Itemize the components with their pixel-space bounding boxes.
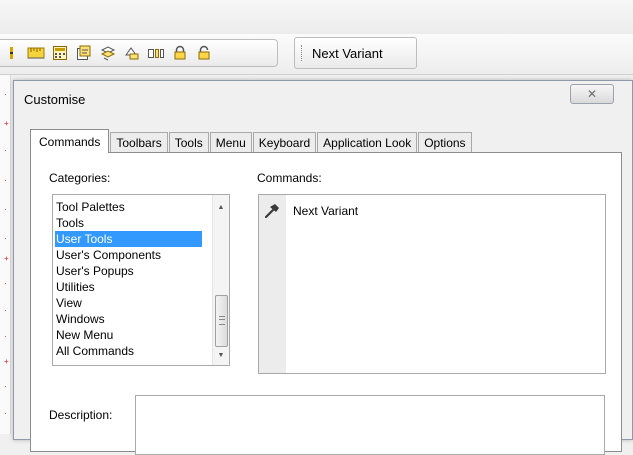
tab-options[interactable]: Options <box>418 132 472 153</box>
list-item[interactable]: New Menu <box>55 327 202 343</box>
compare-icon[interactable] <box>122 44 141 63</box>
list-item[interactable]: User's Popups <box>55 263 202 279</box>
marker-icon: · <box>4 90 7 99</box>
list-item[interactable]: Utilities <box>55 279 202 295</box>
scroll-up-arrow-icon[interactable]: ▲ <box>213 199 229 215</box>
columns-icon[interactable] <box>146 44 165 63</box>
scroll-thumb[interactable] <box>215 295 228 347</box>
categories-scrollbar[interactable]: ▲ ▼ <box>212 195 229 365</box>
marker-icon: · <box>4 205 7 214</box>
canvas-edge: · + · · · · + · · · + · · <box>0 75 11 434</box>
description-label: Description: <box>49 408 113 422</box>
property-icon[interactable] <box>74 44 93 63</box>
list-item[interactable]: View <box>55 295 202 311</box>
list-item[interactable]: All Commands <box>55 343 202 359</box>
tab-toolbars[interactable]: Toolbars <box>110 132 168 153</box>
marker-icon: · <box>4 332 7 341</box>
marker-icon: · <box>4 382 7 391</box>
commands-tab-panel: Categories: Commands: Tool Palettes Tool… <box>30 152 622 455</box>
lock-closed-icon[interactable] <box>170 44 189 63</box>
list-item[interactable]: User's Components <box>55 247 202 263</box>
list-item[interactable]: Tool Palettes <box>55 199 202 215</box>
divider-grip-icon[interactable] <box>2 44 21 63</box>
next-variant-button[interactable]: Next Variant <box>312 46 383 61</box>
layers-icon[interactable] <box>98 44 117 63</box>
tab-bar: Commands Toolbars Tools Menu Keyboard Ap… <box>30 128 473 153</box>
marker-icon: · <box>4 146 7 155</box>
ruler-icon[interactable] <box>26 44 45 63</box>
marker-icon: · <box>4 306 7 315</box>
close-icon: ✕ <box>586 87 598 101</box>
window-header-area <box>0 0 633 35</box>
commands-label: Commands: <box>257 171 322 185</box>
marker-icon: · <box>4 234 7 243</box>
list-item[interactable]: Windows <box>55 311 202 327</box>
icon-gutter <box>259 195 286 373</box>
list-item[interactable]: Tools <box>55 215 202 231</box>
marker-icon: · <box>4 279 7 288</box>
list-item[interactable]: Next Variant <box>263 203 358 219</box>
customise-dialog: Customise ✕ Commands Toolbars Tools Menu… <box>13 80 633 455</box>
categories-items: Tool Palettes Tools User Tools User's Co… <box>55 199 202 359</box>
tab-application-look[interactable]: Application Look <box>317 132 418 153</box>
list-item-selected[interactable]: User Tools <box>55 231 202 247</box>
command-label: Next Variant <box>293 204 359 218</box>
toolbar-grip[interactable] <box>301 45 304 61</box>
tab-commands[interactable]: Commands <box>30 129 110 153</box>
tab-menu[interactable]: Menu <box>209 132 252 153</box>
dialog-title: Customise <box>24 92 86 107</box>
lock-open-icon[interactable] <box>194 44 213 63</box>
close-button[interactable]: ✕ <box>570 84 614 104</box>
marker-icon: + <box>4 357 9 366</box>
variant-toolbar: Next Variant <box>294 37 417 69</box>
grip-icon <box>219 316 225 325</box>
categories-label: Categories: <box>49 171 111 185</box>
marker-icon: + <box>4 254 9 263</box>
scroll-down-arrow-icon[interactable]: ▼ <box>213 347 229 363</box>
tab-tools[interactable]: Tools <box>168 132 209 153</box>
description-box <box>135 395 605 455</box>
marker-icon: + <box>4 119 9 128</box>
marker-icon: · <box>4 176 7 185</box>
categories-listbox[interactable]: Tool Palettes Tools User Tools User's Co… <box>52 194 230 366</box>
tool-strip <box>0 39 278 67</box>
tab-keyboard[interactable]: Keyboard <box>252 132 317 153</box>
marker-icon: · <box>4 409 7 418</box>
hammer-icon <box>264 204 279 219</box>
calculator-icon[interactable] <box>50 44 69 63</box>
commands-listbox[interactable]: Next Variant <box>258 194 606 374</box>
